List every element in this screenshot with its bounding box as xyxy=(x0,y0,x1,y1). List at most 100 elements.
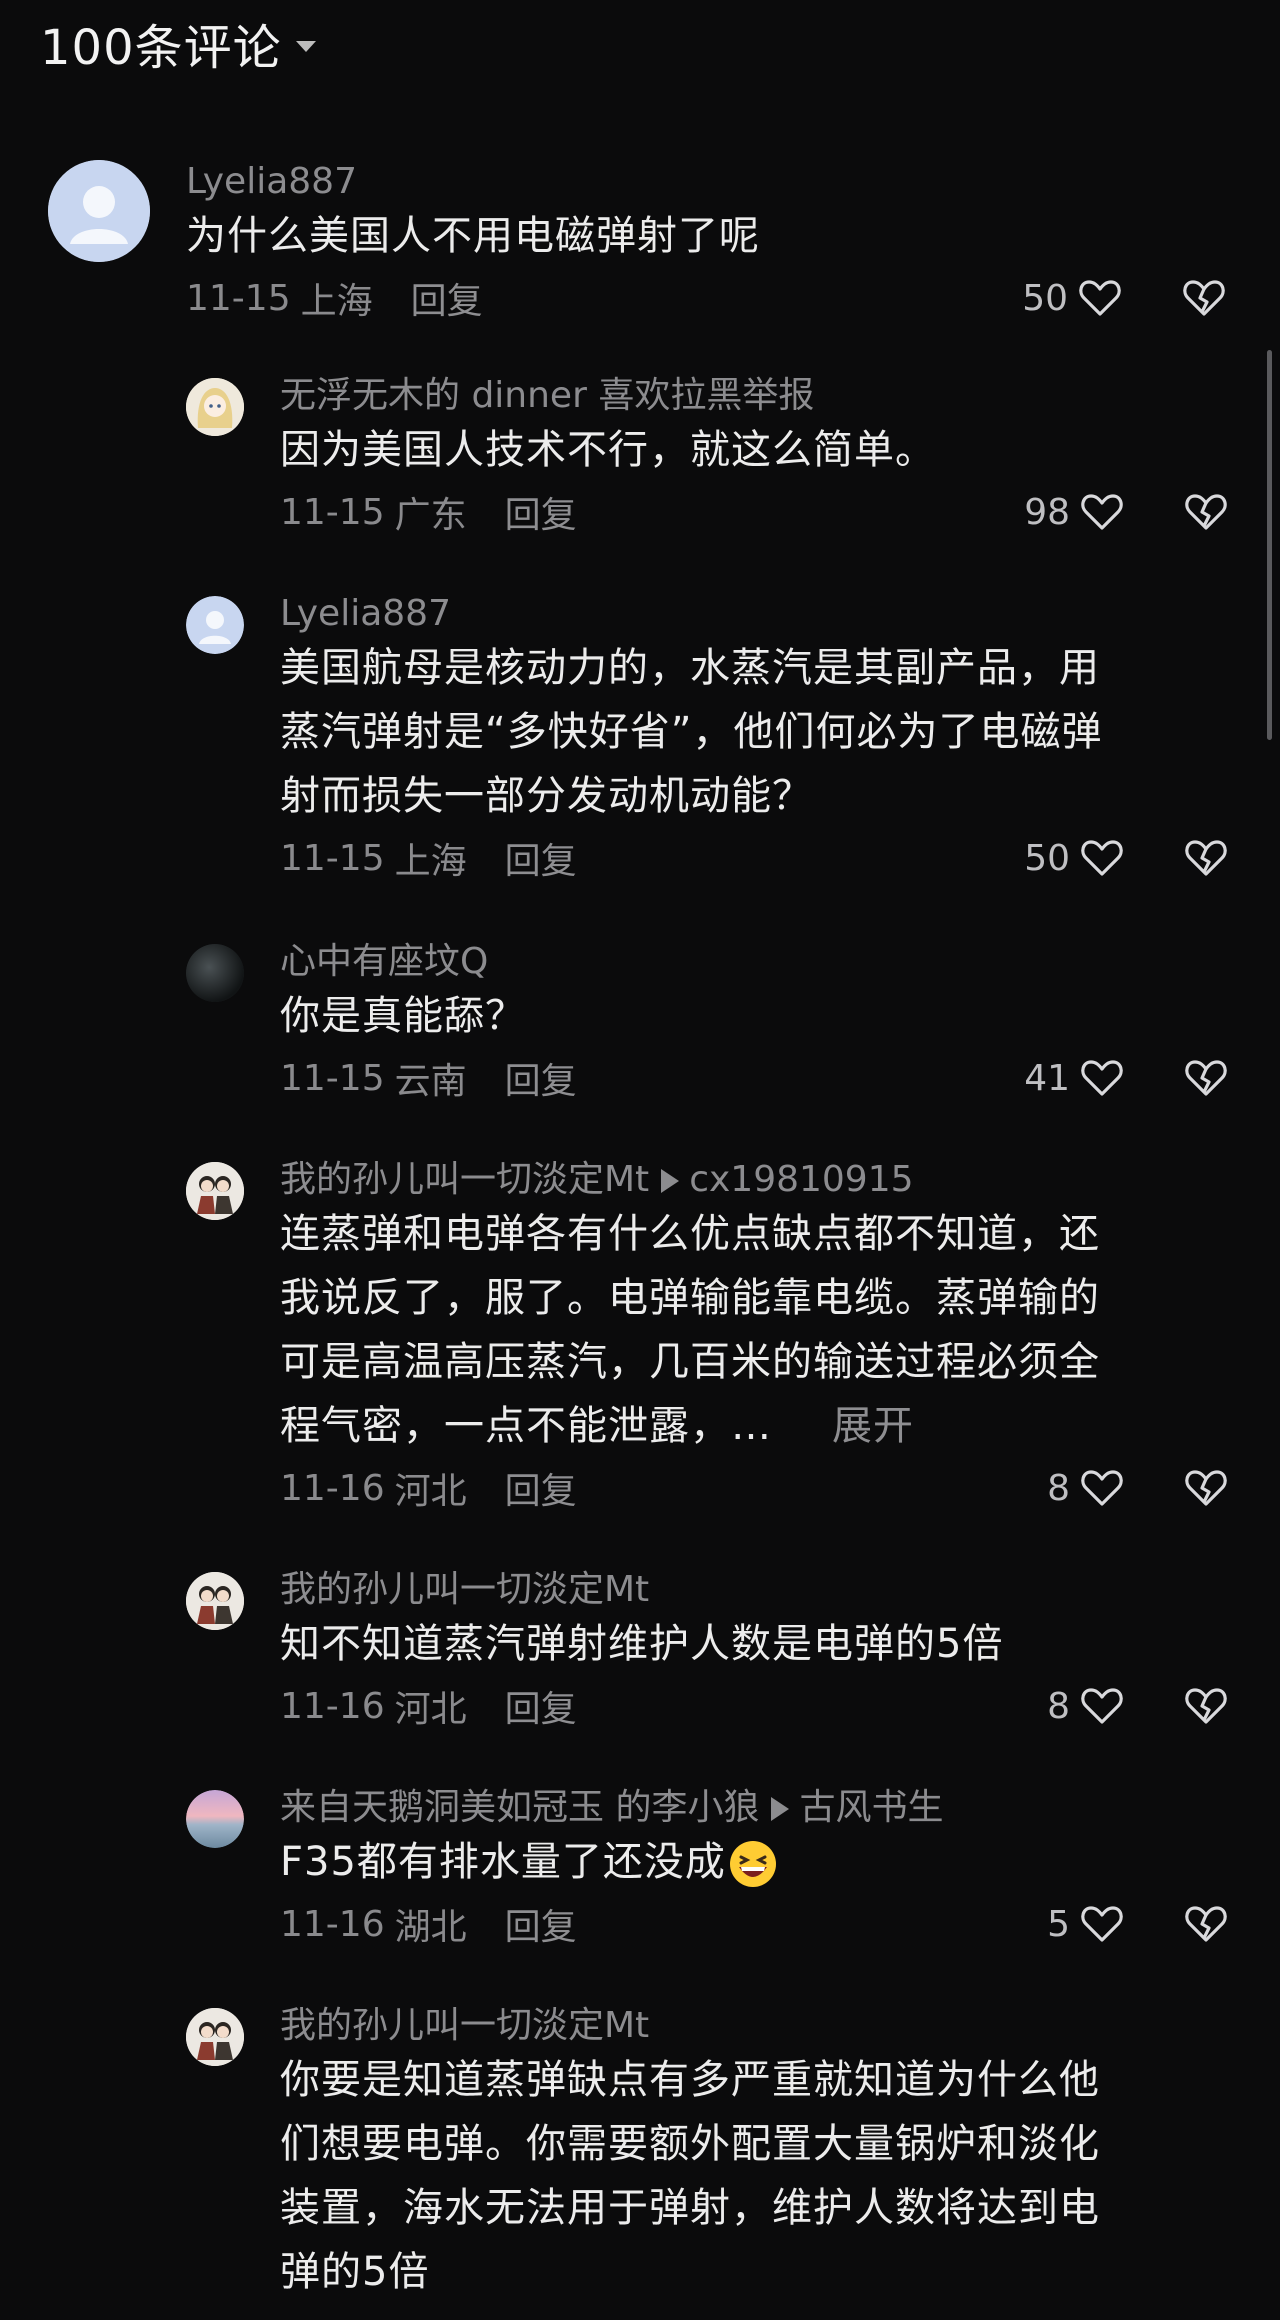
reply-comment: 无浮无木的 dinner 喜欢拉黑举报 因为美国人技术不行，就这么简单。 11-… xyxy=(186,374,1230,542)
reply-button[interactable]: 回复 xyxy=(505,832,577,884)
comment-username: 来自天鹅洞美如冠玉 的李小狼 古风书生 xyxy=(280,1786,1230,1830)
reply-comment: 我的孙儿叫一切淡定Mt 你要是知道蒸弹缺点有多严重就知道为什么他 们想要电弹。你… xyxy=(186,2004,1230,2304)
heart-outline-icon[interactable] xyxy=(1078,1464,1126,1512)
top-comment: Lyelia887 为什么美国人不用电磁弹射了呢 11-15 上海 回复 50 xyxy=(48,160,1228,328)
comment-username[interactable]: 无浮无木的 dinner 喜欢拉黑举报 xyxy=(280,374,1230,418)
default-avatar-icon xyxy=(48,160,150,262)
comment-text-line: F35都有排水量了还没成 xyxy=(280,1830,1230,1894)
broken-heart-outline-icon[interactable] xyxy=(1182,834,1230,882)
avatar[interactable] xyxy=(186,1572,244,1630)
reply-button[interactable]: 回复 xyxy=(505,1462,577,1514)
comment-meta: 11-16 河北 回复 8 xyxy=(280,1458,1230,1518)
comment-text-line: 们想要电弹。你需要额外配置大量锅炉和淡化 xyxy=(280,2121,1100,2167)
reply-target[interactable]: cx19810915 xyxy=(689,1159,913,1200)
expand-button[interactable]: 展开 xyxy=(832,1403,914,1449)
comment-text-line: 我说反了，服了。电弹输能靠电缆。蒸弹输的 xyxy=(280,1275,1100,1321)
like-count: 50 xyxy=(1022,277,1068,319)
broken-heart-outline-icon[interactable] xyxy=(1182,1682,1230,1730)
like-count: 50 xyxy=(1024,837,1070,879)
comment-text-line: 美国航母是核动力的，水蒸汽是其副产品，用 xyxy=(280,645,1100,691)
cartoon-couple-avatar-icon xyxy=(186,1162,244,1220)
like-count: 8 xyxy=(1047,1685,1070,1727)
heart-outline-icon[interactable] xyxy=(1078,488,1126,536)
comment-text-last: 程气密，一点不能泄露，… xyxy=(280,1403,772,1449)
reply-comment: 心中有座坟Q 你是真能舔？ 11-15 云南 回复 41 xyxy=(186,940,1230,1108)
comment-meta: 11-16 湖北 回复 5 xyxy=(280,1894,1230,1954)
broken-heart-outline-icon[interactable] xyxy=(1182,1900,1230,1948)
reply-comment: 我的孙儿叫一切淡定Mt 知不知道蒸汽弹射维护人数是电弹的5倍 11-16 河北 … xyxy=(186,1568,1230,1736)
avatar[interactable] xyxy=(186,1790,244,1848)
comment-location: 湖北 xyxy=(394,1907,467,1948)
like-count: 98 xyxy=(1024,491,1070,533)
dark-photo-avatar-icon xyxy=(186,944,244,1002)
reply-button[interactable]: 回复 xyxy=(411,272,483,324)
comment-meta: 11-15 上海 回复 50 xyxy=(186,268,1228,328)
heart-outline-icon[interactable] xyxy=(1078,1054,1126,1102)
reply-author[interactable]: 我的孙儿叫一切淡定Mt xyxy=(280,1159,649,1200)
comment-text: 为什么美国人不用电磁弹射了呢 xyxy=(186,213,760,259)
reply-button[interactable]: 回复 xyxy=(505,486,577,538)
comment-date: 11-15 xyxy=(186,277,291,319)
cartoon-couple-avatar-icon xyxy=(186,2008,244,2066)
comment-date: 11-15 xyxy=(280,491,385,533)
heart-outline-icon[interactable] xyxy=(1078,1900,1126,1948)
anime-avatar-icon xyxy=(186,378,244,436)
comment-username[interactable]: Lyelia887 xyxy=(280,592,1230,636)
reply-button[interactable]: 回复 xyxy=(505,1052,577,1104)
reply-author[interactable]: 来自天鹅洞美如冠玉 的李小狼 xyxy=(280,1787,759,1828)
comment-username[interactable]: 我的孙儿叫一切淡定Mt xyxy=(280,2004,1230,2048)
comment-text-line: 你是真能舔？ xyxy=(280,993,526,1039)
comment-location: 云南 xyxy=(394,1061,467,1102)
comment-location: 河北 xyxy=(394,1471,467,1512)
reply-arrow-icon xyxy=(661,1169,680,1193)
comment-text: F35都有排水量了还没成 xyxy=(280,1839,726,1885)
laughing-face-emoji-icon xyxy=(729,1841,776,1887)
avatar[interactable] xyxy=(186,944,244,1002)
reply-target[interactable]: 古风书生 xyxy=(799,1787,943,1828)
comment-location: 河北 xyxy=(394,1689,467,1730)
comment-text-line: 蒸汽弹射是“多快好省”，他们何必为了电磁弹 xyxy=(280,709,1103,755)
comment-meta: 11-16 河北 回复 8 xyxy=(280,1676,1230,1736)
comment-text-line: 程气密，一点不能泄露，… 展开 xyxy=(280,1394,1230,1458)
avatar[interactable] xyxy=(186,1162,244,1220)
broken-heart-outline-icon[interactable] xyxy=(1182,1464,1230,1512)
scrollbar[interactable] xyxy=(1267,350,1272,740)
broken-heart-outline-icon[interactable] xyxy=(1182,1054,1230,1102)
heart-outline-icon[interactable] xyxy=(1078,1682,1126,1730)
broken-heart-outline-icon[interactable] xyxy=(1180,274,1228,322)
comment-location: 上海 xyxy=(300,281,373,322)
avatar[interactable] xyxy=(186,378,244,436)
comment-location: 广东 xyxy=(394,495,467,536)
comment-date: 11-16 xyxy=(280,1685,385,1727)
avatar[interactable] xyxy=(186,596,244,654)
reply-comment: 来自天鹅洞美如冠玉 的李小狼 古风书生 F35都有排水量了还没成 11-16 湖北… xyxy=(186,1786,1230,1954)
comment-date: 11-16 xyxy=(280,1467,385,1509)
comments-header[interactable]: 100条评论 xyxy=(40,8,316,78)
comment-text-line: 你要是知道蒸弹缺点有多严重就知道为什么他 xyxy=(280,2057,1100,2103)
comment-text-line: 装置，海水无法用于弹射，维护人数将达到电 xyxy=(280,2185,1100,2231)
comment-username[interactable]: 心中有座坟Q xyxy=(280,940,1230,984)
broken-heart-outline-icon[interactable] xyxy=(1182,488,1230,536)
heart-outline-icon[interactable] xyxy=(1076,274,1124,322)
comment-meta: 11-15 广东 回复 98 xyxy=(280,482,1230,542)
comment-count-title: 100条评论 xyxy=(40,20,282,76)
comment-location: 上海 xyxy=(394,841,467,882)
comment-username[interactable]: Lyelia887 xyxy=(186,160,1228,204)
comment-text-line: 连蒸弹和电弹各有什么优点缺点都不知道，还 xyxy=(280,1211,1100,1257)
avatar[interactable] xyxy=(48,160,150,262)
avatar[interactable] xyxy=(186,2008,244,2066)
cartoon-couple-avatar-icon xyxy=(186,1572,244,1630)
comment-text-line: 弹的5倍 xyxy=(280,2249,430,2295)
like-count: 5 xyxy=(1047,1903,1070,1945)
comment-date: 11-15 xyxy=(280,1057,385,1099)
heart-outline-icon[interactable] xyxy=(1078,834,1126,882)
reply-button[interactable]: 回复 xyxy=(505,1680,577,1732)
reply-button[interactable]: 回复 xyxy=(505,1898,577,1950)
comment-text-line: 知不知道蒸汽弹射维护人数是电弹的5倍 xyxy=(280,1621,1004,1667)
reply-arrow-icon xyxy=(771,1797,790,1821)
like-count: 41 xyxy=(1024,1057,1070,1099)
comment-username[interactable]: 我的孙儿叫一切淡定Mt xyxy=(280,1568,1230,1612)
comment-username: 我的孙儿叫一切淡定Mt cx19810915 xyxy=(280,1158,1230,1202)
caret-down-icon[interactable] xyxy=(295,40,316,52)
sunset-landscape-avatar-icon xyxy=(186,1790,244,1848)
